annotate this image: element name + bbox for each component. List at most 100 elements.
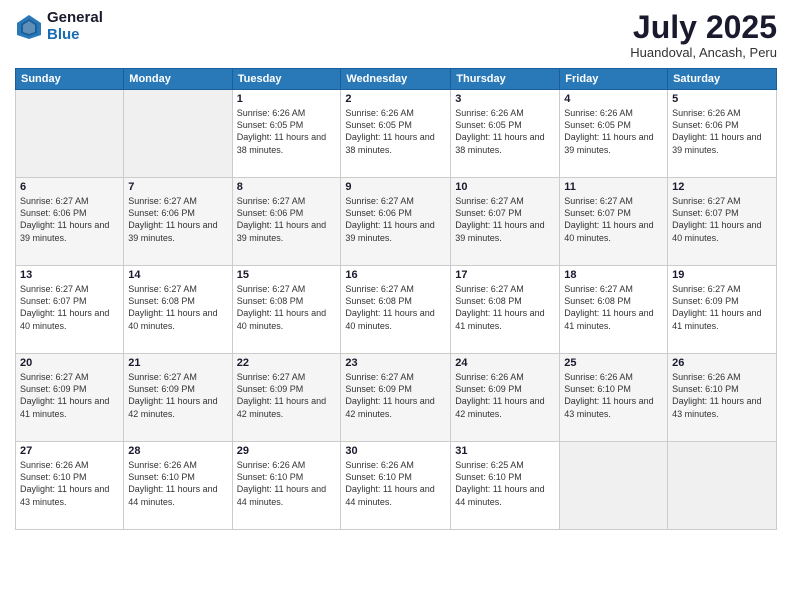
- day-cell-0-4: 3 Sunrise: 6:26 AMSunset: 6:05 PMDaylight…: [451, 90, 560, 178]
- day-number: 9: [345, 181, 446, 193]
- day-number: 22: [237, 357, 337, 369]
- day-info: Sunrise: 6:26 AMSunset: 6:10 PMDaylight:…: [237, 459, 337, 508]
- day-number: 28: [128, 445, 227, 457]
- day-number: 21: [128, 357, 227, 369]
- day-info: Sunrise: 6:26 AMSunset: 6:05 PMDaylight:…: [455, 107, 555, 156]
- day-cell-2-4: 17Sunrise: 6:27 AMSunset: 6:08 PMDayligh…: [451, 266, 560, 354]
- day-info: Sunrise: 6:27 AMSunset: 6:07 PMDaylight:…: [672, 195, 772, 244]
- day-info: Sunrise: 6:27 AMSunset: 6:09 PMDaylight:…: [20, 371, 119, 420]
- day-cell-0-5: 4 Sunrise: 6:26 AMSunset: 6:05 PMDaylight…: [560, 90, 668, 178]
- day-cell-2-3: 16Sunrise: 6:27 AMSunset: 6:08 PMDayligh…: [341, 266, 451, 354]
- day-cell-0-0: [16, 90, 124, 178]
- page: General Blue July 2025 Huandoval, Ancash…: [0, 0, 792, 612]
- day-number: 26: [672, 357, 772, 369]
- day-number: 15: [237, 269, 337, 281]
- day-cell-3-0: 20 Sunrise: 6:27 AMSunset: 6:09 PMDayligh…: [16, 354, 124, 442]
- day-info: Sunrise: 6:27 AMSunset: 6:08 PMDaylight:…: [237, 283, 337, 332]
- day-cell-0-6: 5 Sunrise: 6:26 AMSunset: 6:06 PMDaylight…: [668, 90, 777, 178]
- day-cell-0-2: 1 Sunrise: 6:26 AMSunset: 6:05 PMDaylight…: [232, 90, 341, 178]
- day-number: 24: [455, 357, 555, 369]
- day-info: Sunrise: 6:26 AMSunset: 6:10 PMDaylight:…: [345, 459, 446, 508]
- day-info: Sunrise: 6:27 AMSunset: 6:07 PMDaylight:…: [455, 195, 555, 244]
- day-info: Sunrise: 6:26 AMSunset: 6:10 PMDaylight:…: [564, 371, 663, 420]
- day-number: 14: [128, 269, 227, 281]
- day-info: Sunrise: 6:27 AMSunset: 6:06 PMDaylight:…: [128, 195, 227, 244]
- logo: General Blue: [15, 10, 103, 43]
- day-number: 20: [20, 357, 119, 369]
- day-number: 18: [564, 269, 663, 281]
- day-number: 1: [237, 93, 337, 105]
- day-cell-1-3: 9 Sunrise: 6:27 AMSunset: 6:06 PMDaylight…: [341, 178, 451, 266]
- day-info: Sunrise: 6:26 AMSunset: 6:10 PMDaylight:…: [672, 371, 772, 420]
- day-number: 27: [20, 445, 119, 457]
- day-info: Sunrise: 6:26 AMSunset: 6:05 PMDaylight:…: [237, 107, 337, 156]
- day-cell-4-1: 28Sunrise: 6:26 AMSunset: 6:10 PMDayligh…: [124, 442, 232, 530]
- day-cell-1-2: 8 Sunrise: 6:27 AMSunset: 6:06 PMDaylight…: [232, 178, 341, 266]
- day-cell-3-6: 26 Sunrise: 6:26 AMSunset: 6:10 PMDayligh…: [668, 354, 777, 442]
- day-number: 3: [455, 93, 555, 105]
- day-info: Sunrise: 6:27 AMSunset: 6:09 PMDaylight:…: [672, 283, 772, 332]
- day-number: 5: [672, 93, 772, 105]
- day-info: Sunrise: 6:27 AMSunset: 6:07 PMDaylight:…: [564, 195, 663, 244]
- week-row-2: 6Sunrise: 6:27 AMSunset: 6:06 PMDaylight…: [16, 178, 777, 266]
- day-cell-4-5: [560, 442, 668, 530]
- col-friday: Friday: [560, 69, 668, 90]
- col-sunday: Sunday: [16, 69, 124, 90]
- col-tuesday: Tuesday: [232, 69, 341, 90]
- day-info: Sunrise: 6:27 AMSunset: 6:09 PMDaylight:…: [345, 371, 446, 420]
- day-number: 8: [237, 181, 337, 193]
- header: General Blue July 2025 Huandoval, Ancash…: [15, 10, 777, 60]
- day-number: 16: [345, 269, 446, 281]
- day-info: Sunrise: 6:27 AMSunset: 6:07 PMDaylight:…: [20, 283, 119, 332]
- day-number: 10: [455, 181, 555, 193]
- day-cell-1-6: 12 Sunrise: 6:27 AMSunset: 6:07 PMDayligh…: [668, 178, 777, 266]
- day-cell-3-3: 23 Sunrise: 6:27 AMSunset: 6:09 PMDayligh…: [341, 354, 451, 442]
- day-info: Sunrise: 6:26 AMSunset: 6:10 PMDaylight:…: [20, 459, 119, 508]
- week-row-4: 20 Sunrise: 6:27 AMSunset: 6:09 PMDayligh…: [16, 354, 777, 442]
- day-number: 12: [672, 181, 772, 193]
- col-saturday: Saturday: [668, 69, 777, 90]
- location: Huandoval, Ancash, Peru: [630, 45, 777, 60]
- day-cell-0-1: [124, 90, 232, 178]
- day-number: 19: [672, 269, 772, 281]
- day-number: 7: [128, 181, 227, 193]
- col-thursday: Thursday: [451, 69, 560, 90]
- day-info: Sunrise: 6:27 AMSunset: 6:06 PMDaylight:…: [20, 195, 119, 244]
- calendar-header-row: Sunday Monday Tuesday Wednesday Thursday…: [16, 69, 777, 90]
- logo-text: General Blue: [47, 10, 103, 43]
- day-info: Sunrise: 6:27 AMSunset: 6:09 PMDaylight:…: [237, 371, 337, 420]
- day-cell-3-4: 24Sunrise: 6:26 AMSunset: 6:09 PMDayligh…: [451, 354, 560, 442]
- day-cell-1-5: 11Sunrise: 6:27 AMSunset: 6:07 PMDayligh…: [560, 178, 668, 266]
- day-cell-2-2: 15 Sunrise: 6:27 AMSunset: 6:08 PMDayligh…: [232, 266, 341, 354]
- week-row-3: 13Sunrise: 6:27 AMSunset: 6:07 PMDayligh…: [16, 266, 777, 354]
- day-number: 17: [455, 269, 555, 281]
- day-cell-1-1: 7 Sunrise: 6:27 AMSunset: 6:06 PMDaylight…: [124, 178, 232, 266]
- day-info: Sunrise: 6:26 AMSunset: 6:05 PMDaylight:…: [564, 107, 663, 156]
- day-info: Sunrise: 6:27 AMSunset: 6:08 PMDaylight:…: [128, 283, 227, 332]
- logo-general-text: General: [47, 10, 103, 27]
- day-cell-2-5: 18 Sunrise: 6:27 AMSunset: 6:08 PMDayligh…: [560, 266, 668, 354]
- day-info: Sunrise: 6:27 AMSunset: 6:06 PMDaylight:…: [237, 195, 337, 244]
- day-cell-2-6: 19 Sunrise: 6:27 AMSunset: 6:09 PMDayligh…: [668, 266, 777, 354]
- day-cell-3-2: 22 Sunrise: 6:27 AMSunset: 6:09 PMDayligh…: [232, 354, 341, 442]
- day-cell-4-6: [668, 442, 777, 530]
- day-number: 4: [564, 93, 663, 105]
- calendar: Sunday Monday Tuesday Wednesday Thursday…: [15, 68, 777, 530]
- day-number: 23: [345, 357, 446, 369]
- day-cell-2-0: 13Sunrise: 6:27 AMSunset: 6:07 PMDayligh…: [16, 266, 124, 354]
- day-cell-4-2: 29Sunrise: 6:26 AMSunset: 6:10 PMDayligh…: [232, 442, 341, 530]
- logo-blue-text: Blue: [47, 27, 103, 44]
- day-info: Sunrise: 6:27 AMSunset: 6:06 PMDaylight:…: [345, 195, 446, 244]
- day-info: Sunrise: 6:27 AMSunset: 6:09 PMDaylight:…: [128, 371, 227, 420]
- week-row-1: 1 Sunrise: 6:26 AMSunset: 6:05 PMDaylight…: [16, 90, 777, 178]
- day-cell-0-3: 2Sunrise: 6:26 AMSunset: 6:05 PMDaylight…: [341, 90, 451, 178]
- day-cell-3-1: 21 Sunrise: 6:27 AMSunset: 6:09 PMDayligh…: [124, 354, 232, 442]
- day-info: Sunrise: 6:26 AMSunset: 6:06 PMDaylight:…: [672, 107, 772, 156]
- day-info: Sunrise: 6:27 AMSunset: 6:08 PMDaylight:…: [564, 283, 663, 332]
- week-row-5: 27 Sunrise: 6:26 AMSunset: 6:10 PMDayligh…: [16, 442, 777, 530]
- day-cell-2-1: 14 Sunrise: 6:27 AMSunset: 6:08 PMDayligh…: [124, 266, 232, 354]
- day-cell-4-3: 30 Sunrise: 6:26 AMSunset: 6:10 PMDayligh…: [341, 442, 451, 530]
- day-cell-4-0: 27 Sunrise: 6:26 AMSunset: 6:10 PMDayligh…: [16, 442, 124, 530]
- title-section: July 2025 Huandoval, Ancash, Peru: [630, 10, 777, 60]
- day-number: 30: [345, 445, 446, 457]
